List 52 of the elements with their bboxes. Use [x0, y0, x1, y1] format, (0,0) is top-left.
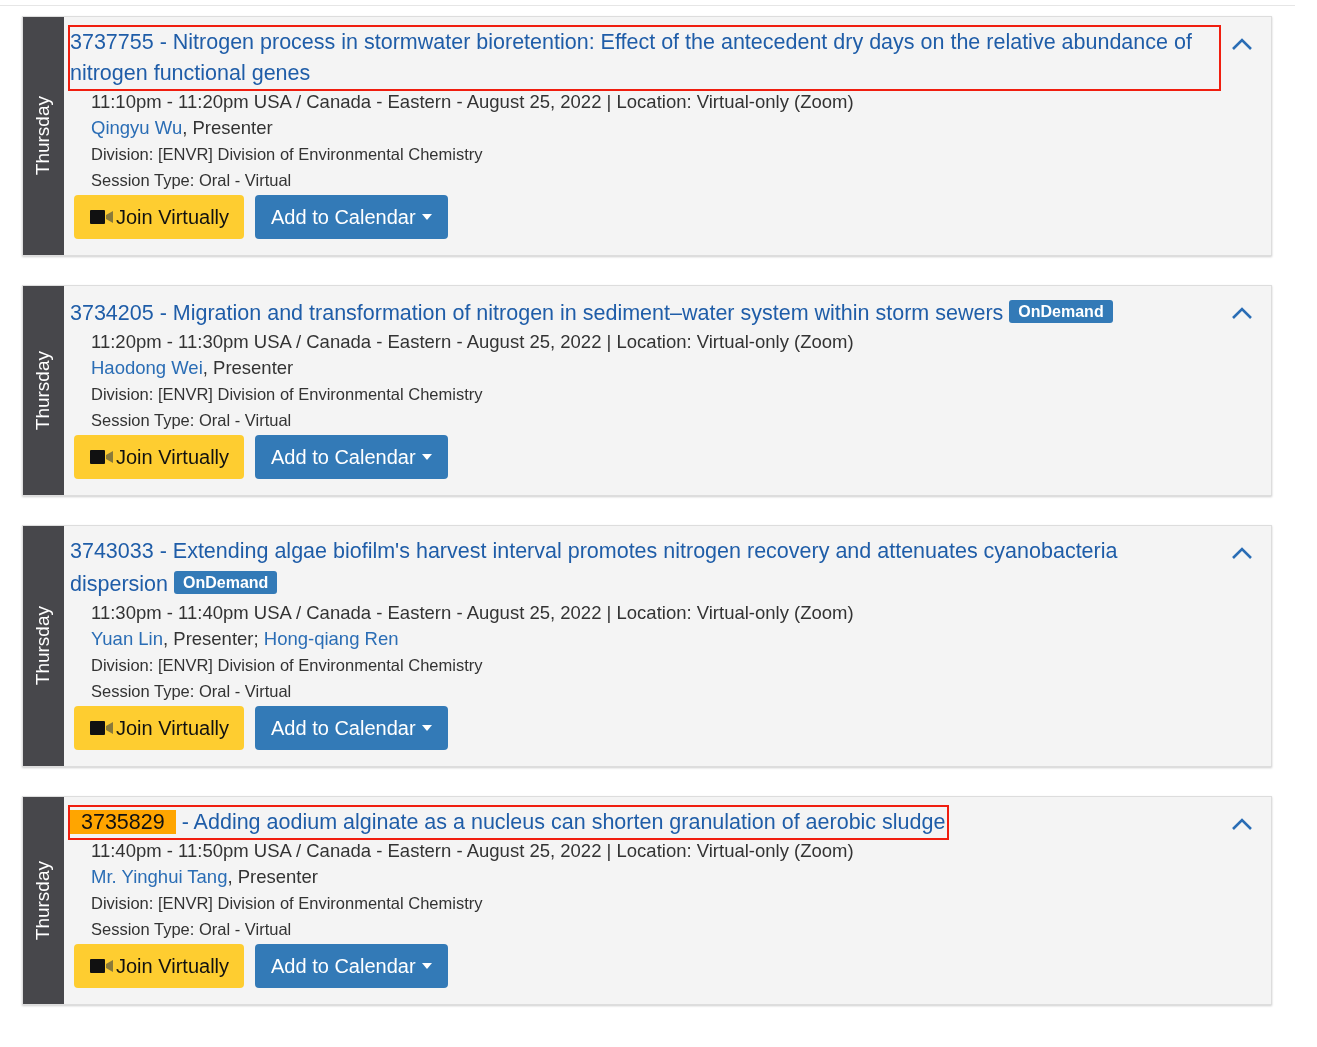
ondemand-badge: OnDemand	[1009, 300, 1113, 323]
caret-icon	[421, 454, 432, 460]
division-text: Division: [ENVR] Division of Environmental Chemistry	[91, 893, 484, 914]
presenter-role: , Presenter	[227, 866, 318, 887]
presenter-link[interactable]: Haodong Wei	[91, 357, 203, 378]
session-title-link[interactable]: 3735829 - Adding aodium alginate as a nucleus can shorten granulation of aerobic sludge	[70, 807, 946, 838]
day-label: Thursday	[31, 860, 55, 941]
video-camera-icon	[90, 959, 114, 973]
chevron-up-icon[interactable]	[1231, 817, 1253, 831]
presenter-link[interactable]: Yuan Lin	[91, 628, 163, 649]
presenter-link[interactable]: Mr. Yinghui Tang	[91, 866, 228, 887]
add-to-calendar-button[interactable]: Add to Calendar	[255, 706, 448, 750]
day-label: Thursday	[31, 606, 55, 686]
video-camera-icon	[90, 450, 114, 464]
presenter-role: , Presenter	[202, 357, 294, 378]
session-type-text: Session Type: Oral - Virtual	[91, 410, 293, 431]
division-text: Division: [ENVR] Division of Environmental Chemistry	[91, 655, 484, 676]
join-virtually-button[interactable]: Join Virtually	[74, 944, 245, 988]
video-camera-icon	[90, 210, 114, 224]
division-text: Division: [ENVR] Division of Environmental Chemistry	[91, 384, 484, 405]
session-title-link[interactable]: 3737755 - Nitrogen process in stormwater bioretention: Effect of the antecedent dry days on the relative abundance of nitrogen functional genes	[70, 27, 1217, 89]
presenter-role: , Presenter	[182, 117, 273, 138]
add-to-calendar-button[interactable]: Add to Calendar	[255, 944, 448, 988]
add-to-calendar-button[interactable]: Add to Calendar	[255, 435, 448, 479]
day-label: Thursday	[31, 350, 55, 431]
presenter-link[interactable]: Hong-qiang Ren	[263, 628, 399, 649]
presenter-link[interactable]: Qingyu Wu	[91, 117, 183, 138]
caret-icon	[421, 725, 432, 731]
session-time-location: 11:20pm - 11:30pm USA / Canada - Eastern - August 25, 2022 | Location: Virtual-only (Zoom)	[91, 330, 855, 354]
highlighted-session-id: 3735829	[70, 810, 176, 834]
video-camera-icon	[90, 721, 114, 735]
session-type-text: Session Type: Oral - Virtual	[91, 170, 293, 191]
add-to-calendar-button[interactable]: Add to Calendar	[255, 195, 448, 239]
division-text: Division: [ENVR] Division of Environmental Chemistry	[91, 144, 484, 165]
session-title-link[interactable]: 3743033 - Extending algae biofilm's harvest interval promotes nitrogen recovery and attenuates cyanobacteria dispersion $^{OnDemand}$	[70, 536, 1217, 600]
caret-icon	[421, 214, 432, 220]
session-type-text: Session Type: Oral - Virtual	[91, 681, 293, 702]
presenter-role: , Presenter;	[163, 628, 260, 649]
chevron-up-icon[interactable]	[1231, 546, 1253, 560]
caret-icon	[421, 963, 432, 969]
join-virtually-button[interactable]: Join Virtually	[74, 706, 245, 750]
join-virtually-button[interactable]: Join Virtually	[74, 435, 245, 479]
chevron-up-icon[interactable]	[1231, 306, 1253, 320]
ondemand-badge: OnDemand	[174, 571, 278, 594]
day-label: Thursday	[31, 96, 55, 176]
join-virtually-button[interactable]: Join Virtually	[74, 195, 245, 239]
session-title-link[interactable]: 3734205 - Migration and transformation of nitrogen in sediment–water system within storm sewers $^{OnDemand}$	[70, 296, 1113, 329]
session-time-location: 11:30pm - 11:40pm USA / Canada - Eastern - August 25, 2022 | Location: Virtual-only (Zoom)	[91, 601, 855, 625]
session-time-location: 11:40pm - 11:50pm USA / Canada - Eastern - August 25, 2022 | Location: Virtual-only (Zoom)	[91, 839, 855, 863]
session-time-location: 11:10pm - 11:20pm USA / Canada - Eastern - August 25, 2022 | Location: Virtual-only (Zoom)	[91, 90, 855, 114]
chevron-up-icon[interactable]	[1231, 37, 1253, 51]
session-type-text: Session Type: Oral - Virtual	[91, 919, 293, 940]
